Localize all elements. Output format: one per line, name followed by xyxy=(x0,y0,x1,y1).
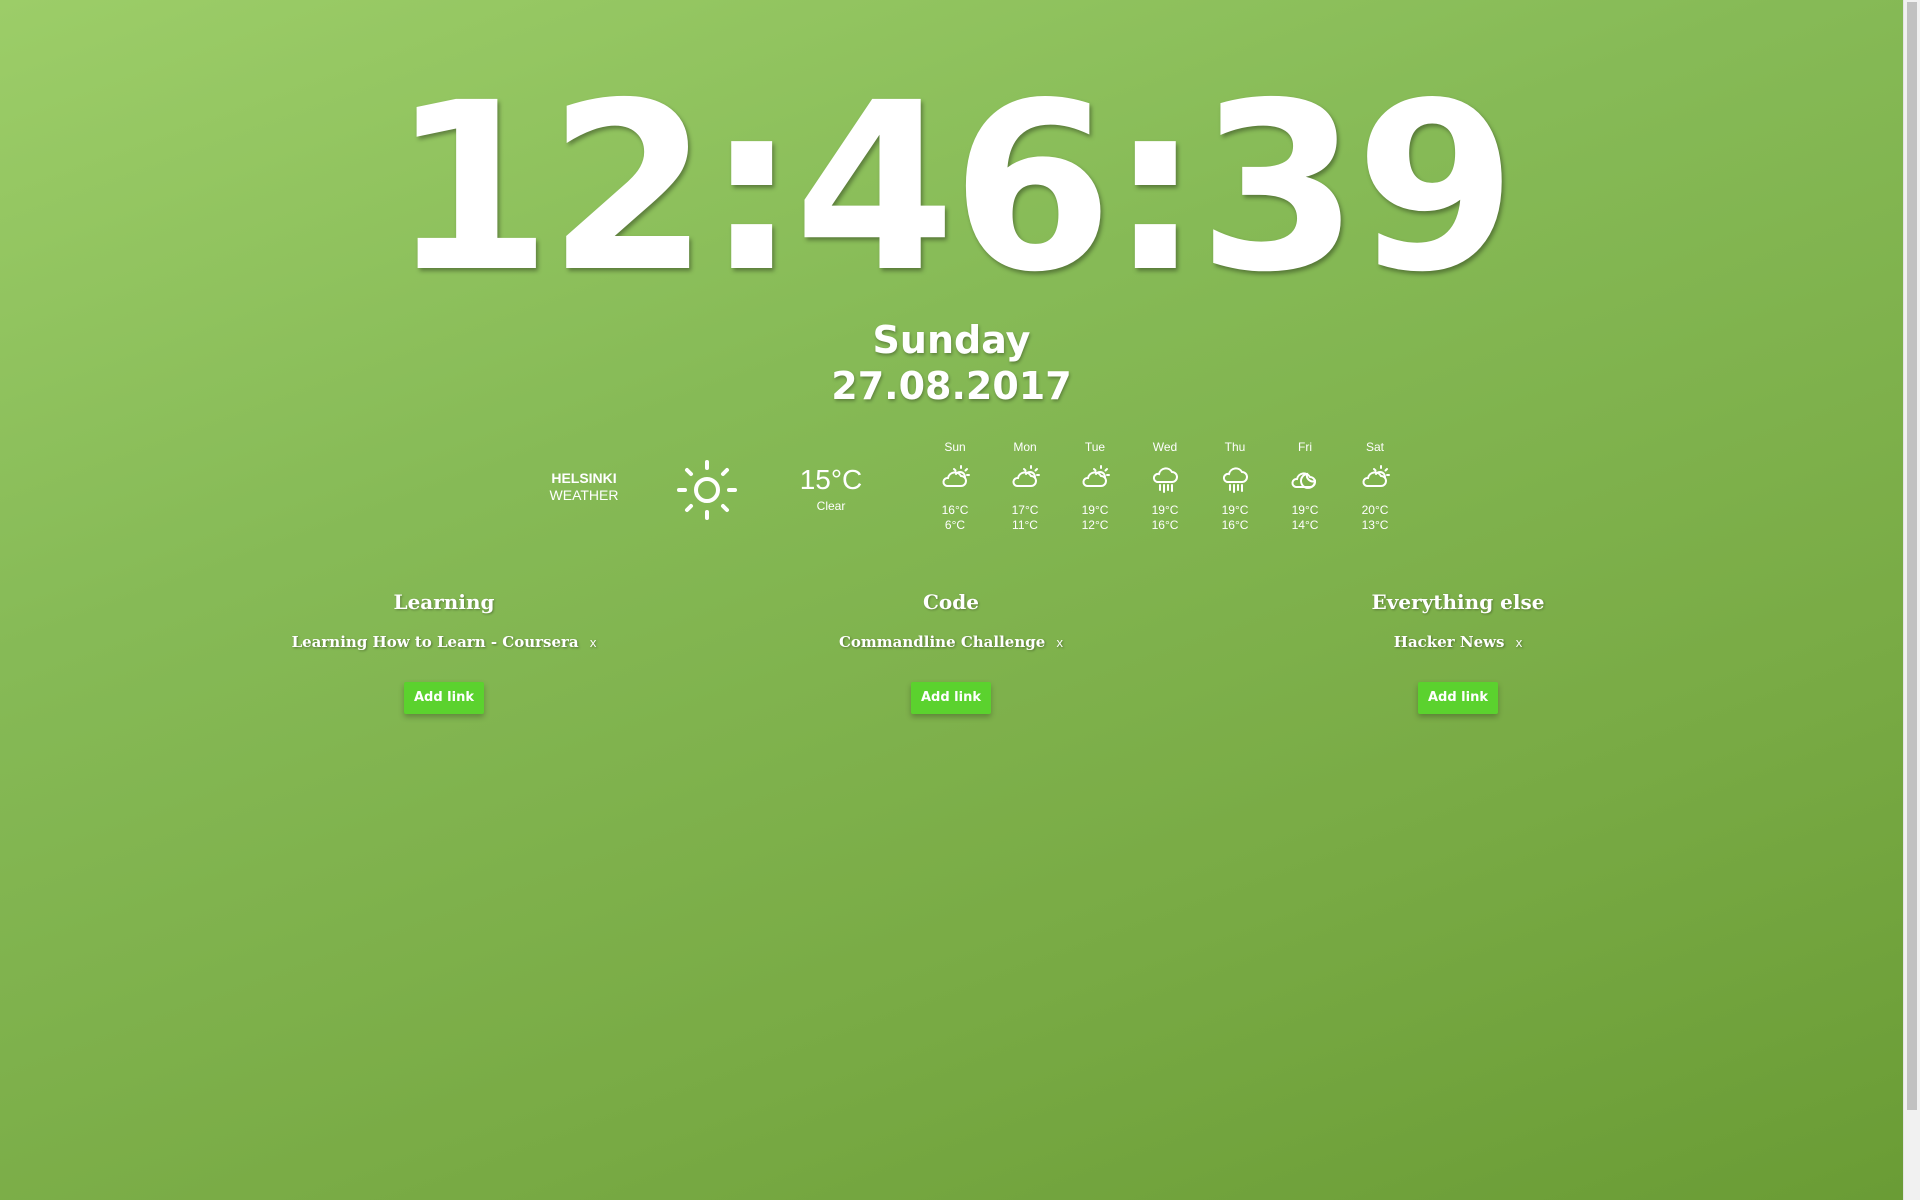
forecast-low: 6°C xyxy=(944,518,966,532)
link-item: Learning How to Learn - Coursera x xyxy=(244,632,644,652)
weather-location: HELSINKI WEATHER xyxy=(534,470,634,504)
forecast-low: 14°C xyxy=(1291,518,1319,532)
weather-label: WEATHER xyxy=(549,487,619,503)
clock-time: 12:46:39 xyxy=(390,53,1516,323)
forecast-day: Wed 19°C 16°C xyxy=(1130,440,1200,533)
forecast-high: 19°C xyxy=(1081,503,1109,517)
current-temperature: 15°C xyxy=(799,464,863,495)
cloudy-moon-icon xyxy=(1291,472,1316,489)
forecast-low: 13°C xyxy=(1361,518,1389,532)
links-column-code: Code Commandline Challenge x Add link xyxy=(751,588,1151,714)
remove-link-button[interactable]: x xyxy=(1516,635,1523,650)
add-link-button[interactable]: Add link xyxy=(404,682,484,714)
weather-forecast: Sun 16°C 6°C Mon 17°C 11°C Tue 19°C 12°C… xyxy=(920,440,1410,533)
forecast-day-name: Tue xyxy=(1084,440,1106,454)
links-column-learning: Learning Learning How to Learn - Courser… xyxy=(244,588,644,714)
forecast-high: 19°C xyxy=(1291,503,1319,517)
clock-day: Sunday xyxy=(872,318,1031,362)
add-link-button[interactable]: Add link xyxy=(911,682,991,714)
forecast-day: Mon 17°C 11°C xyxy=(990,440,1060,533)
links-column-everything-else: Everything else Hacker News x Add link xyxy=(1258,588,1658,714)
partly-cloudy-icon xyxy=(942,465,970,487)
link-item: Hacker News x xyxy=(1258,632,1658,652)
remove-link-button[interactable]: x xyxy=(590,635,597,650)
forecast-low: 16°C xyxy=(1151,518,1179,532)
rain-icon xyxy=(1152,467,1178,493)
forecast-low: 12°C xyxy=(1081,518,1109,532)
scrollbar-thumb[interactable] xyxy=(1907,2,1917,1110)
weather-city: HELSINKI xyxy=(551,470,617,486)
forecast-high: 19°C xyxy=(1151,503,1179,517)
forecast-day-name: Sun xyxy=(944,440,966,454)
partly-cloudy-icon xyxy=(1012,465,1040,487)
forecast-day-name: Thu xyxy=(1224,440,1246,454)
column-title: Learning xyxy=(393,590,495,614)
forecast-low: 16°C xyxy=(1221,518,1249,532)
forecast-high: 20°C xyxy=(1361,503,1389,517)
link-text[interactable]: Hacker News xyxy=(1394,633,1505,651)
forecast-high: 16°C xyxy=(941,503,969,517)
current-condition: Clear xyxy=(816,499,846,513)
remove-link-button[interactable]: x xyxy=(1057,635,1064,650)
forecast-day: Sat 20°C 13°C xyxy=(1340,440,1410,533)
forecast-day-name: Mon xyxy=(1013,440,1037,454)
forecast-high: 17°C xyxy=(1011,503,1039,517)
clock-date: 27.08.2017 xyxy=(831,364,1072,408)
link-item: Commandline Challenge x xyxy=(751,632,1151,652)
forecast-day: Sun 16°C 6°C xyxy=(920,440,990,533)
column-title: Code xyxy=(923,590,979,614)
column-title: Everything else xyxy=(1371,590,1545,614)
forecast-low: 11°C xyxy=(1012,518,1038,532)
forecast-day-name: Wed xyxy=(1152,440,1178,454)
forecast-day: Tue 19°C 12°C xyxy=(1060,440,1130,533)
forecast-high: 19°C xyxy=(1221,503,1249,517)
link-text[interactable]: Commandline Challenge xyxy=(839,633,1045,651)
partly-cloudy-icon xyxy=(1082,465,1110,487)
forecast-day: Thu 19°C 16°C xyxy=(1200,440,1270,533)
forecast-day-name: Fri xyxy=(1298,440,1312,454)
forecast-day: Fri 19°C 14°C xyxy=(1270,440,1340,533)
rain-icon xyxy=(1222,467,1248,493)
add-link-button[interactable]: Add link xyxy=(1418,682,1498,714)
forecast-day-name: Sat xyxy=(1365,440,1384,454)
link-text[interactable]: Learning How to Learn - Coursera xyxy=(292,633,579,651)
sun-icon xyxy=(677,460,737,520)
vertical-scrollbar[interactable] xyxy=(1903,0,1920,1200)
partly-cloudy-icon xyxy=(1362,465,1390,487)
